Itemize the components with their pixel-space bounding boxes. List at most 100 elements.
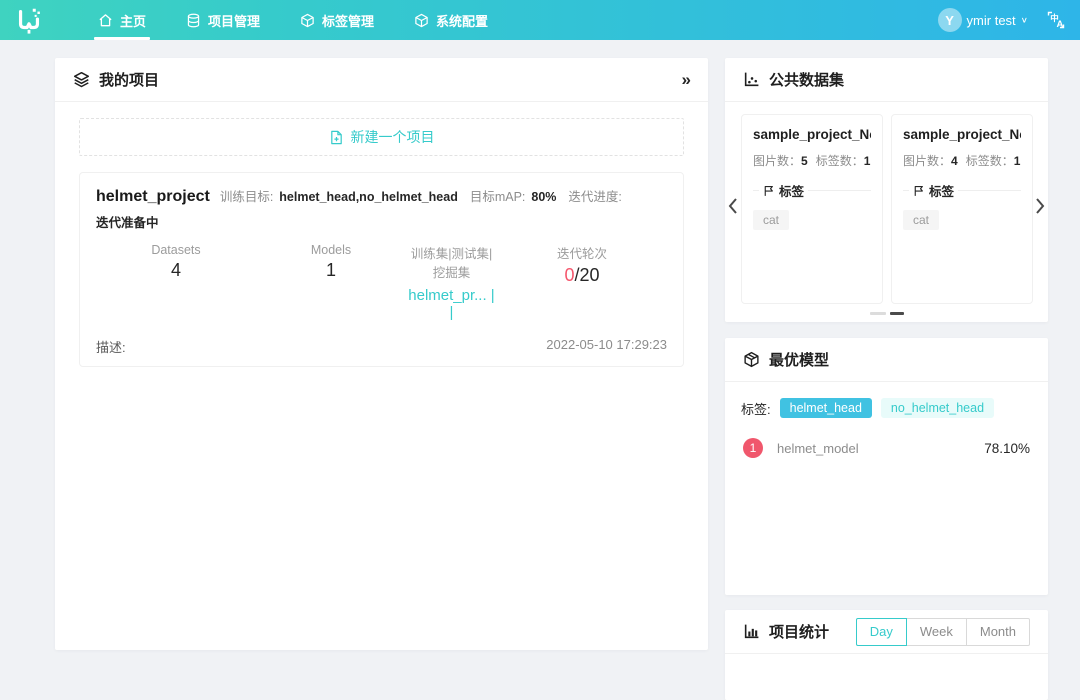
dataset-card[interactable]: sample_project_No... 图片数：5标签数：1 标签 cat [741,114,883,304]
image-count-label: 图片数： [903,154,951,168]
stat-value: 0/20 [497,265,667,286]
navbar-right: Y ymir test ∨ 中 A [938,8,1080,32]
nav-item-label: 系统配置 [436,11,488,30]
train-target-label: 训练目标: [220,186,273,205]
public-datasets-card: 公共数据集 sample_project_No... 图片数：5标签数：1 标签… [725,58,1048,322]
tag-chip-no-helmet-head[interactable]: no_helmet_head [881,398,994,418]
tag-chip-helmet-head[interactable]: helmet_head [780,398,872,418]
iteration-current: 0 [564,265,574,285]
ymir-logo-icon [14,5,44,35]
carousel-dot-active[interactable] [890,312,904,315]
nav-item-label: 主页 [120,11,146,30]
translate-icon: 中 A [1046,10,1066,30]
iteration-total: /20 [574,265,599,285]
stat-value: 4 [96,260,256,281]
flag-icon [913,185,925,197]
description-label: 描述: [96,337,126,356]
language-toggle-button[interactable]: 中 A [1046,10,1066,30]
image-count-label: 图片数： [753,154,801,168]
labels-divider: 标签 [753,181,871,200]
dataset-name: sample_project_No... [753,127,871,142]
period-day-button[interactable]: Day [856,618,907,646]
best-model-header: 最优模型 [725,338,1048,382]
dataset-name: sample_project_No... [903,127,1021,142]
top-navbar: 主页 项目管理 标签管理 系统配置 Y ymir test ∨ [0,0,1080,40]
my-projects-header: 我的项目 » [55,58,708,102]
labels-divider: 标签 [903,181,1021,200]
carousel-next-button[interactable] [1034,196,1046,221]
my-projects-body: 新建一个项目 helmet_project 训练目标: helmet_head,… [55,102,708,383]
create-project-label: 新建一个项目 [351,127,435,147]
project-title-row: helmet_project 训练目标: helmet_head,no_helm… [96,186,667,231]
nav-item-project-management[interactable]: 项目管理 [166,0,280,40]
project-name[interactable]: helmet_project [96,188,210,206]
stat-models: Models 1 [256,243,406,321]
ymir-logo[interactable] [0,0,58,40]
nav-item-system-config[interactable]: 系统配置 [394,0,508,40]
cube-icon [414,13,429,28]
dataset-stats: 图片数：4标签数：1 [903,152,1021,169]
chevron-down-icon: ∨ [1021,16,1028,25]
image-count: 4 [951,154,958,168]
my-projects-card: 我的项目 » 新建一个项目 helmet_project 训练目标: helme… [55,58,708,650]
best-model-body: 标签: helmet_head no_helmet_head 1 helmet_… [725,382,1048,474]
flag-icon [763,185,775,197]
stat-iteration-round: 迭代轮次 0/20 [497,243,667,321]
model-row[interactable]: 1 helmet_model 78.10% [741,438,1032,458]
tags-label: 标签: [741,399,771,418]
user-name: ymir test [967,13,1016,28]
dataset-tag: cat [753,210,789,230]
rank-badge: 1 [743,438,763,458]
carousel-dot[interactable] [870,312,886,315]
best-model-title: 最优模型 [769,349,829,370]
project-stats-header: 项目统计 Day Week Month [725,610,1048,654]
labels-divider-text: 标签 [929,181,954,200]
public-datasets-body: sample_project_No... 图片数：5标签数：1 标签 cat s… [725,102,1048,326]
public-datasets-header: 公共数据集 [725,58,1048,102]
layers-icon [73,71,90,88]
database-icon [186,13,201,28]
file-add-icon [329,130,344,145]
period-week-button[interactable]: Week [906,618,967,646]
model-name: helmet_model [777,441,859,456]
dataset-card[interactable]: sample_project_No... 图片数：4标签数：1 标签 cat [891,114,1033,304]
iteration-progress-label: 迭代进度: [568,186,621,205]
stat-label: Models [256,243,406,257]
model-metric: 78.10% [984,441,1030,456]
stat-label: Datasets [96,243,256,257]
labels-divider-text: 标签 [779,181,804,200]
project-card-footer: 描述: 2022-05-10 17:29:23 [96,337,667,356]
nav-item-label-management[interactable]: 标签管理 [280,0,394,40]
iteration-progress-value: 迭代准备中 [96,212,159,231]
nav-item-label: 标签管理 [322,11,374,30]
user-menu[interactable]: Y ymir test ∨ [938,8,1028,32]
nav-item-home[interactable]: 主页 [78,0,166,40]
carousel-prev-button[interactable] [727,196,739,221]
stat-label: 训练集|测试集|挖掘集 [406,243,497,281]
create-project-button[interactable]: 新建一个项目 [79,118,684,156]
stat-label: 迭代轮次 [497,243,667,262]
svg-text:A: A [1057,19,1064,30]
period-radio-group: Day Week Month [856,618,1030,646]
train-target-value: helmet_head,no_helmet_head [279,190,458,204]
dataset-tag: cat [903,210,939,230]
project-stats-card: 项目统计 Day Week Month [725,610,1048,700]
carousel-dots [725,312,1048,315]
period-month-button[interactable]: Month [966,618,1030,646]
model-tags-row: 标签: helmet_head no_helmet_head [741,398,1032,418]
bar-chart-icon [743,623,760,640]
image-count: 5 [801,154,808,168]
expand-projects-button[interactable]: » [682,70,690,90]
project-card[interactable]: helmet_project 训练目标: helmet_head,no_helm… [79,172,684,367]
cube-icon [300,13,315,28]
stat-value: 1 [256,260,406,281]
public-datasets-title: 公共数据集 [769,69,844,90]
project-stats-title: 项目统计 [769,621,829,642]
created-time: 2022-05-10 17:29:23 [546,337,667,356]
avatar: Y [938,8,962,32]
main-nav-menu: 主页 项目管理 标签管理 系统配置 [78,0,508,40]
best-model-card: 最优模型 标签: helmet_head no_helmet_head 1 he… [725,338,1048,595]
label-count-label: 标签数： [816,154,864,168]
stat-value-trainset-link[interactable]: helmet_pr... | | [406,287,497,321]
home-icon [98,13,113,28]
